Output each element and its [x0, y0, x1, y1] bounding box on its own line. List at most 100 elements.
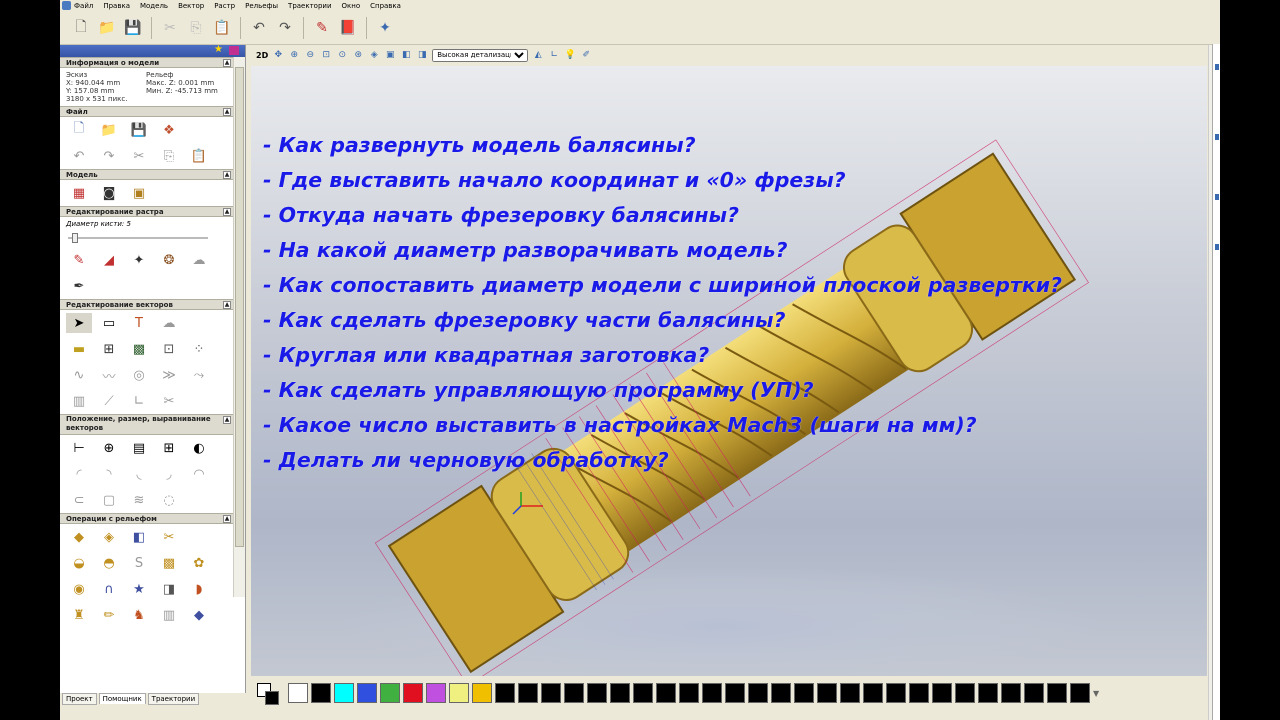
tangent-icon[interactable]: ⟋	[96, 391, 122, 411]
zoom-out-icon[interactable]: ⊖	[304, 49, 316, 61]
section-vector-edit[interactable]: Редактирование векторов ▲	[60, 299, 233, 310]
color-swatch[interactable]	[610, 683, 630, 703]
collapse-arrow-icon[interactable]: ▲	[223, 171, 231, 179]
relief-star-icon[interactable]: ★	[126, 579, 152, 599]
collapse-arrow-icon[interactable]: ▲	[223, 416, 231, 424]
group-icon[interactable]: ⊞	[156, 438, 182, 458]
zoom-in-icon[interactable]: ⊕	[288, 49, 300, 61]
shading-icon[interactable]: ✐	[580, 49, 592, 61]
paste-icon[interactable]: 📋	[186, 146, 212, 166]
new-file-icon[interactable]: 🗋	[70, 17, 92, 39]
relief-arch-icon[interactable]: ∩	[96, 579, 122, 599]
rounded-rect-icon[interactable]: ▢	[96, 490, 122, 510]
matrix-icon[interactable]: ▩	[126, 339, 152, 359]
copy-icon[interactable]: ⎘	[185, 17, 207, 39]
collapse-arrow-icon[interactable]: ▲	[223, 515, 231, 523]
image-import-icon[interactable]: ▣	[126, 183, 152, 203]
menu-window[interactable]: Окно	[342, 2, 361, 10]
relief-pencil-icon[interactable]: ✏	[96, 605, 122, 625]
color-swatch[interactable]	[518, 683, 538, 703]
save-icon[interactable]: 💾	[122, 17, 144, 39]
ring-icon[interactable]: ◎	[126, 365, 152, 385]
section-position[interactable]: Положение, размер, выравнивание векторов…	[60, 414, 233, 435]
section-model-info[interactable]: Информация о модели ▲	[60, 57, 233, 68]
save-model-icon[interactable]: 💾	[126, 120, 152, 140]
trim-icon[interactable]: ✂	[156, 391, 182, 411]
import-icon[interactable]: ❖	[156, 120, 182, 140]
color-swatch[interactable]	[449, 683, 469, 703]
curve-icon[interactable]: ◜	[66, 464, 92, 484]
color-swatch[interactable]	[495, 683, 515, 703]
3d-viewport[interactable]: - Как развернуть модель балясины? - Где …	[251, 66, 1207, 676]
curve5-icon[interactable]: ◠	[186, 464, 212, 484]
menu-model[interactable]: Модель	[140, 2, 168, 10]
curve4-icon[interactable]: ◞	[156, 464, 182, 484]
new-model-icon[interactable]: 🗋	[66, 120, 92, 140]
relief-mold-icon[interactable]: ◨	[156, 579, 182, 599]
color-swatch[interactable]	[472, 683, 492, 703]
rectangle-icon[interactable]: ▭	[96, 313, 122, 333]
render-icon[interactable]: ◭	[532, 49, 544, 61]
color-swatch[interactable]	[817, 683, 837, 703]
smooth-icon[interactable]: 〰	[96, 365, 122, 385]
relief-bust-icon[interactable]: ♜	[66, 605, 92, 625]
color-swatch[interactable]	[380, 683, 400, 703]
wave-vector-icon[interactable]: ≋	[126, 490, 152, 510]
relief-blend-icon[interactable]: ◓	[96, 553, 122, 573]
slider-knob[interactable]	[72, 233, 78, 243]
menu-toolpaths[interactable]: Траектории	[288, 2, 331, 10]
offset-icon[interactable]: ⊂	[66, 490, 92, 510]
relief-texture-icon[interactable]: ▩	[156, 553, 182, 573]
book-icon[interactable]: 📕	[337, 17, 359, 39]
color-swatch[interactable]	[794, 683, 814, 703]
iso-view-icon[interactable]: ◈	[368, 49, 380, 61]
zoom-fit-icon[interactable]: ⊙	[336, 49, 348, 61]
light-bulb-icon[interactable]: 💡	[564, 49, 576, 61]
top-view-icon[interactable]: ◨	[416, 49, 428, 61]
car-icon[interactable]: ▬	[66, 339, 92, 359]
open-model-icon[interactable]: 📁	[96, 120, 122, 140]
color-swatch[interactable]	[955, 683, 975, 703]
detail-level-select[interactable]: Высокая детализация	[432, 48, 529, 62]
collapse-arrow-icon[interactable]: ▲	[223, 301, 231, 309]
color-swatch[interactable]	[748, 683, 768, 703]
color-swatch[interactable]	[702, 683, 722, 703]
menu-reliefs[interactable]: Рельефы	[245, 2, 278, 10]
tab-project[interactable]: Проект	[62, 693, 97, 705]
text-tool-icon[interactable]: T	[126, 313, 152, 333]
color-swatch[interactable]	[932, 683, 952, 703]
section-raster-edit[interactable]: Редактирование растра ▲	[60, 206, 233, 217]
color-swatch[interactable]	[1001, 683, 1021, 703]
front-view-icon[interactable]: ▣	[384, 49, 396, 61]
color-swatch[interactable]	[633, 683, 653, 703]
pan-icon[interactable]: ✥	[272, 49, 284, 61]
panel-scrollbar[interactable]	[233, 57, 245, 597]
relief-smooth-icon[interactable]: ◒	[66, 553, 92, 573]
redo-icon[interactable]: ↷	[274, 17, 296, 39]
relief-cube-icon[interactable]: ◆	[186, 605, 212, 625]
stamp-icon[interactable]: ❂	[156, 250, 182, 270]
section-relief-ops[interactable]: Операции с рельефом ▲	[60, 513, 233, 524]
view-2d-button[interactable]: 2D	[256, 51, 268, 60]
relief-column-icon[interactable]: ▥	[156, 605, 182, 625]
align-icon[interactable]: ⊢	[66, 438, 92, 458]
fill-icon[interactable]: ◢	[96, 250, 122, 270]
color-swatch[interactable]	[909, 683, 929, 703]
spiral-icon[interactable]: ◌	[156, 490, 182, 510]
menu-raster[interactable]: Растр	[214, 2, 235, 10]
wizard-icon[interactable]: ✦	[374, 17, 396, 39]
color-swatch[interactable]	[1070, 683, 1090, 703]
spray-icon[interactable]: ✦	[126, 250, 152, 270]
collapse-arrow-icon[interactable]: ▲	[223, 108, 231, 116]
collapse-arrow-icon[interactable]: ▲	[223, 208, 231, 216]
color-swatch[interactable]	[541, 683, 561, 703]
relief-zero-icon[interactable]: ◉	[66, 579, 92, 599]
color-swatch[interactable]	[403, 683, 423, 703]
color-swatch[interactable]	[771, 683, 791, 703]
relief-figure-icon[interactable]: ♞	[126, 605, 152, 625]
mesh-icon[interactable]: ▥	[66, 391, 92, 411]
menu-file[interactable]: Файл	[74, 2, 93, 10]
relief-sculpt-icon[interactable]: ✿	[186, 553, 212, 573]
color-swatch[interactable]	[886, 683, 906, 703]
relief-combine-icon[interactable]: ◈	[96, 527, 122, 547]
